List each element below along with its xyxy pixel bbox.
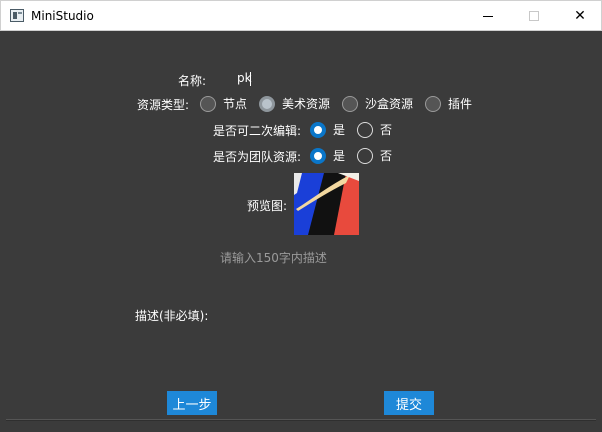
close-icon: ✕ — [574, 8, 586, 24]
radio-team-no[interactable] — [357, 147, 374, 164]
preview-image[interactable] — [294, 173, 359, 235]
description-label: 描述(非必填): — [135, 309, 209, 323]
team-resource-label: 是否为团队资源: — [213, 150, 302, 164]
name-input[interactable]: pk — [237, 71, 297, 89]
preview-thumbnail-graphic — [294, 173, 359, 235]
team-resource-group: 是 否 — [310, 147, 404, 164]
radio-sandbox-resource[interactable] — [342, 95, 359, 112]
radio-team-yes[interactable] — [310, 147, 326, 164]
description-input[interactable]: 请输入150字内描述 — [220, 249, 327, 266]
radio-team-yes-label: 是 — [333, 149, 346, 163]
radio-art-resource[interactable] — [259, 95, 276, 112]
minimize-button[interactable] — [465, 1, 511, 31]
window-title: MiniStudio — [31, 9, 94, 23]
resource-type-group: 节点 美术资源 沙盒资源 插件 — [200, 95, 484, 112]
radio-node[interactable] — [200, 95, 216, 112]
editable-label: 是否可二次编辑: — [213, 124, 302, 138]
close-button[interactable]: ✕ — [557, 1, 602, 31]
submit-button[interactable]: 提交 — [384, 391, 434, 415]
maximize-icon — [529, 11, 539, 21]
bottom-divider — [6, 419, 596, 421]
prev-step-button[interactable]: 上一步 — [167, 391, 217, 415]
radio-editable-no-label: 否 — [380, 123, 393, 137]
app-icon — [10, 9, 24, 22]
radio-editable-yes[interactable] — [310, 121, 326, 138]
maximize-button[interactable] — [511, 1, 557, 31]
radio-editable-yes-label: 是 — [333, 123, 346, 137]
preview-label: 预览图: — [247, 199, 288, 213]
radio-plugin[interactable] — [425, 95, 442, 112]
radio-art-resource-label: 美术资源 — [282, 97, 331, 111]
minimize-icon — [483, 15, 493, 17]
radio-editable-no[interactable] — [357, 121, 374, 138]
title-bar: MiniStudio ✕ — [0, 0, 602, 31]
editable-group: 是 否 — [310, 121, 404, 138]
text-caret — [250, 72, 251, 86]
radio-team-no-label: 否 — [380, 149, 393, 163]
radio-sandbox-resource-label: 沙盒资源 — [365, 97, 414, 111]
radio-node-label: 节点 — [223, 97, 248, 111]
radio-plugin-label: 插件 — [448, 97, 473, 111]
name-label: 名称: — [178, 74, 207, 88]
resource-type-label: 资源类型: — [137, 98, 190, 112]
